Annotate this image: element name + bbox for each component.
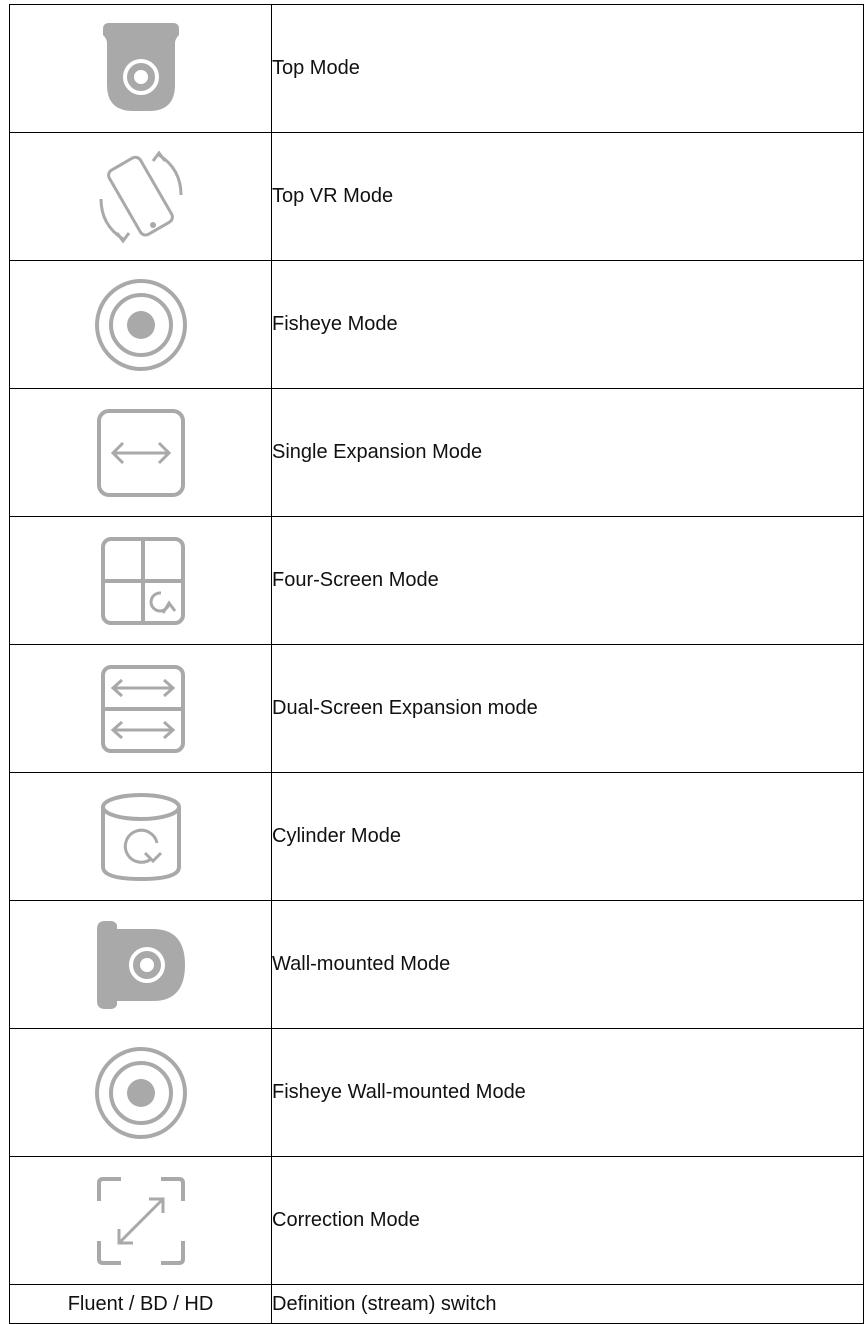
quad-screen-icon[interactable] [91, 531, 191, 631]
icon-cell [9, 644, 272, 773]
table-row: Single Expansion Mode [9, 388, 864, 517]
cylinder-icon[interactable] [91, 787, 191, 887]
table-row: Correction Mode [9, 1156, 864, 1285]
definition-options: Fluent / BD / HD [9, 1284, 272, 1324]
mode-label: Cylinder Mode [271, 772, 864, 901]
mode-label: Top VR Mode [271, 132, 864, 261]
table-row: Fisheye Mode [9, 260, 864, 389]
mode-label: Wall-mounted Mode [271, 900, 864, 1029]
icon-cell [9, 1028, 272, 1157]
mode-label: Fisheye Mode [271, 260, 864, 389]
table-row: Wall-mounted Mode [9, 900, 864, 1029]
icon-cell [9, 900, 272, 1029]
mode-label: Correction Mode [271, 1156, 864, 1285]
table-row: Dual-Screen Expansion mode [9, 644, 864, 773]
icon-cell [9, 772, 272, 901]
table-row: Four-Screen Mode [9, 516, 864, 645]
fisheye-icon[interactable] [91, 275, 191, 375]
icon-cell [9, 260, 272, 389]
table-row: Top VR Mode [9, 132, 864, 261]
mode-label: Dual-Screen Expansion mode [271, 644, 864, 773]
rotate-phone-icon[interactable] [91, 147, 191, 247]
mode-label: Single Expansion Mode [271, 388, 864, 517]
icon-cell [9, 132, 272, 261]
mode-label: Fisheye Wall-mounted Mode [271, 1028, 864, 1157]
correction-icon[interactable] [91, 1171, 191, 1271]
dual-expansion-icon[interactable] [91, 659, 191, 759]
mode-label: Top Mode [271, 4, 864, 133]
wall-camera-icon[interactable] [91, 915, 191, 1015]
fisheye-wall-icon[interactable] [91, 1043, 191, 1143]
table-row: Top Mode [9, 4, 864, 133]
table-row: Fluent / BD / HD Definition (stream) swi… [9, 1284, 864, 1324]
table-row: Fisheye Wall-mounted Mode [9, 1028, 864, 1157]
expand-arrows-icon[interactable] [91, 403, 191, 503]
mode-label: Four-Screen Mode [271, 516, 864, 645]
icon-cell [9, 4, 272, 133]
mode-table: Top Mode Top VR Mode Fisheye Mode Single… [9, 4, 864, 1324]
dome-camera-icon[interactable] [91, 19, 191, 119]
table-row: Cylinder Mode [9, 772, 864, 901]
definition-label: Definition (stream) switch [271, 1284, 864, 1324]
icon-cell [9, 516, 272, 645]
icon-cell [9, 388, 272, 517]
icon-cell [9, 1156, 272, 1285]
